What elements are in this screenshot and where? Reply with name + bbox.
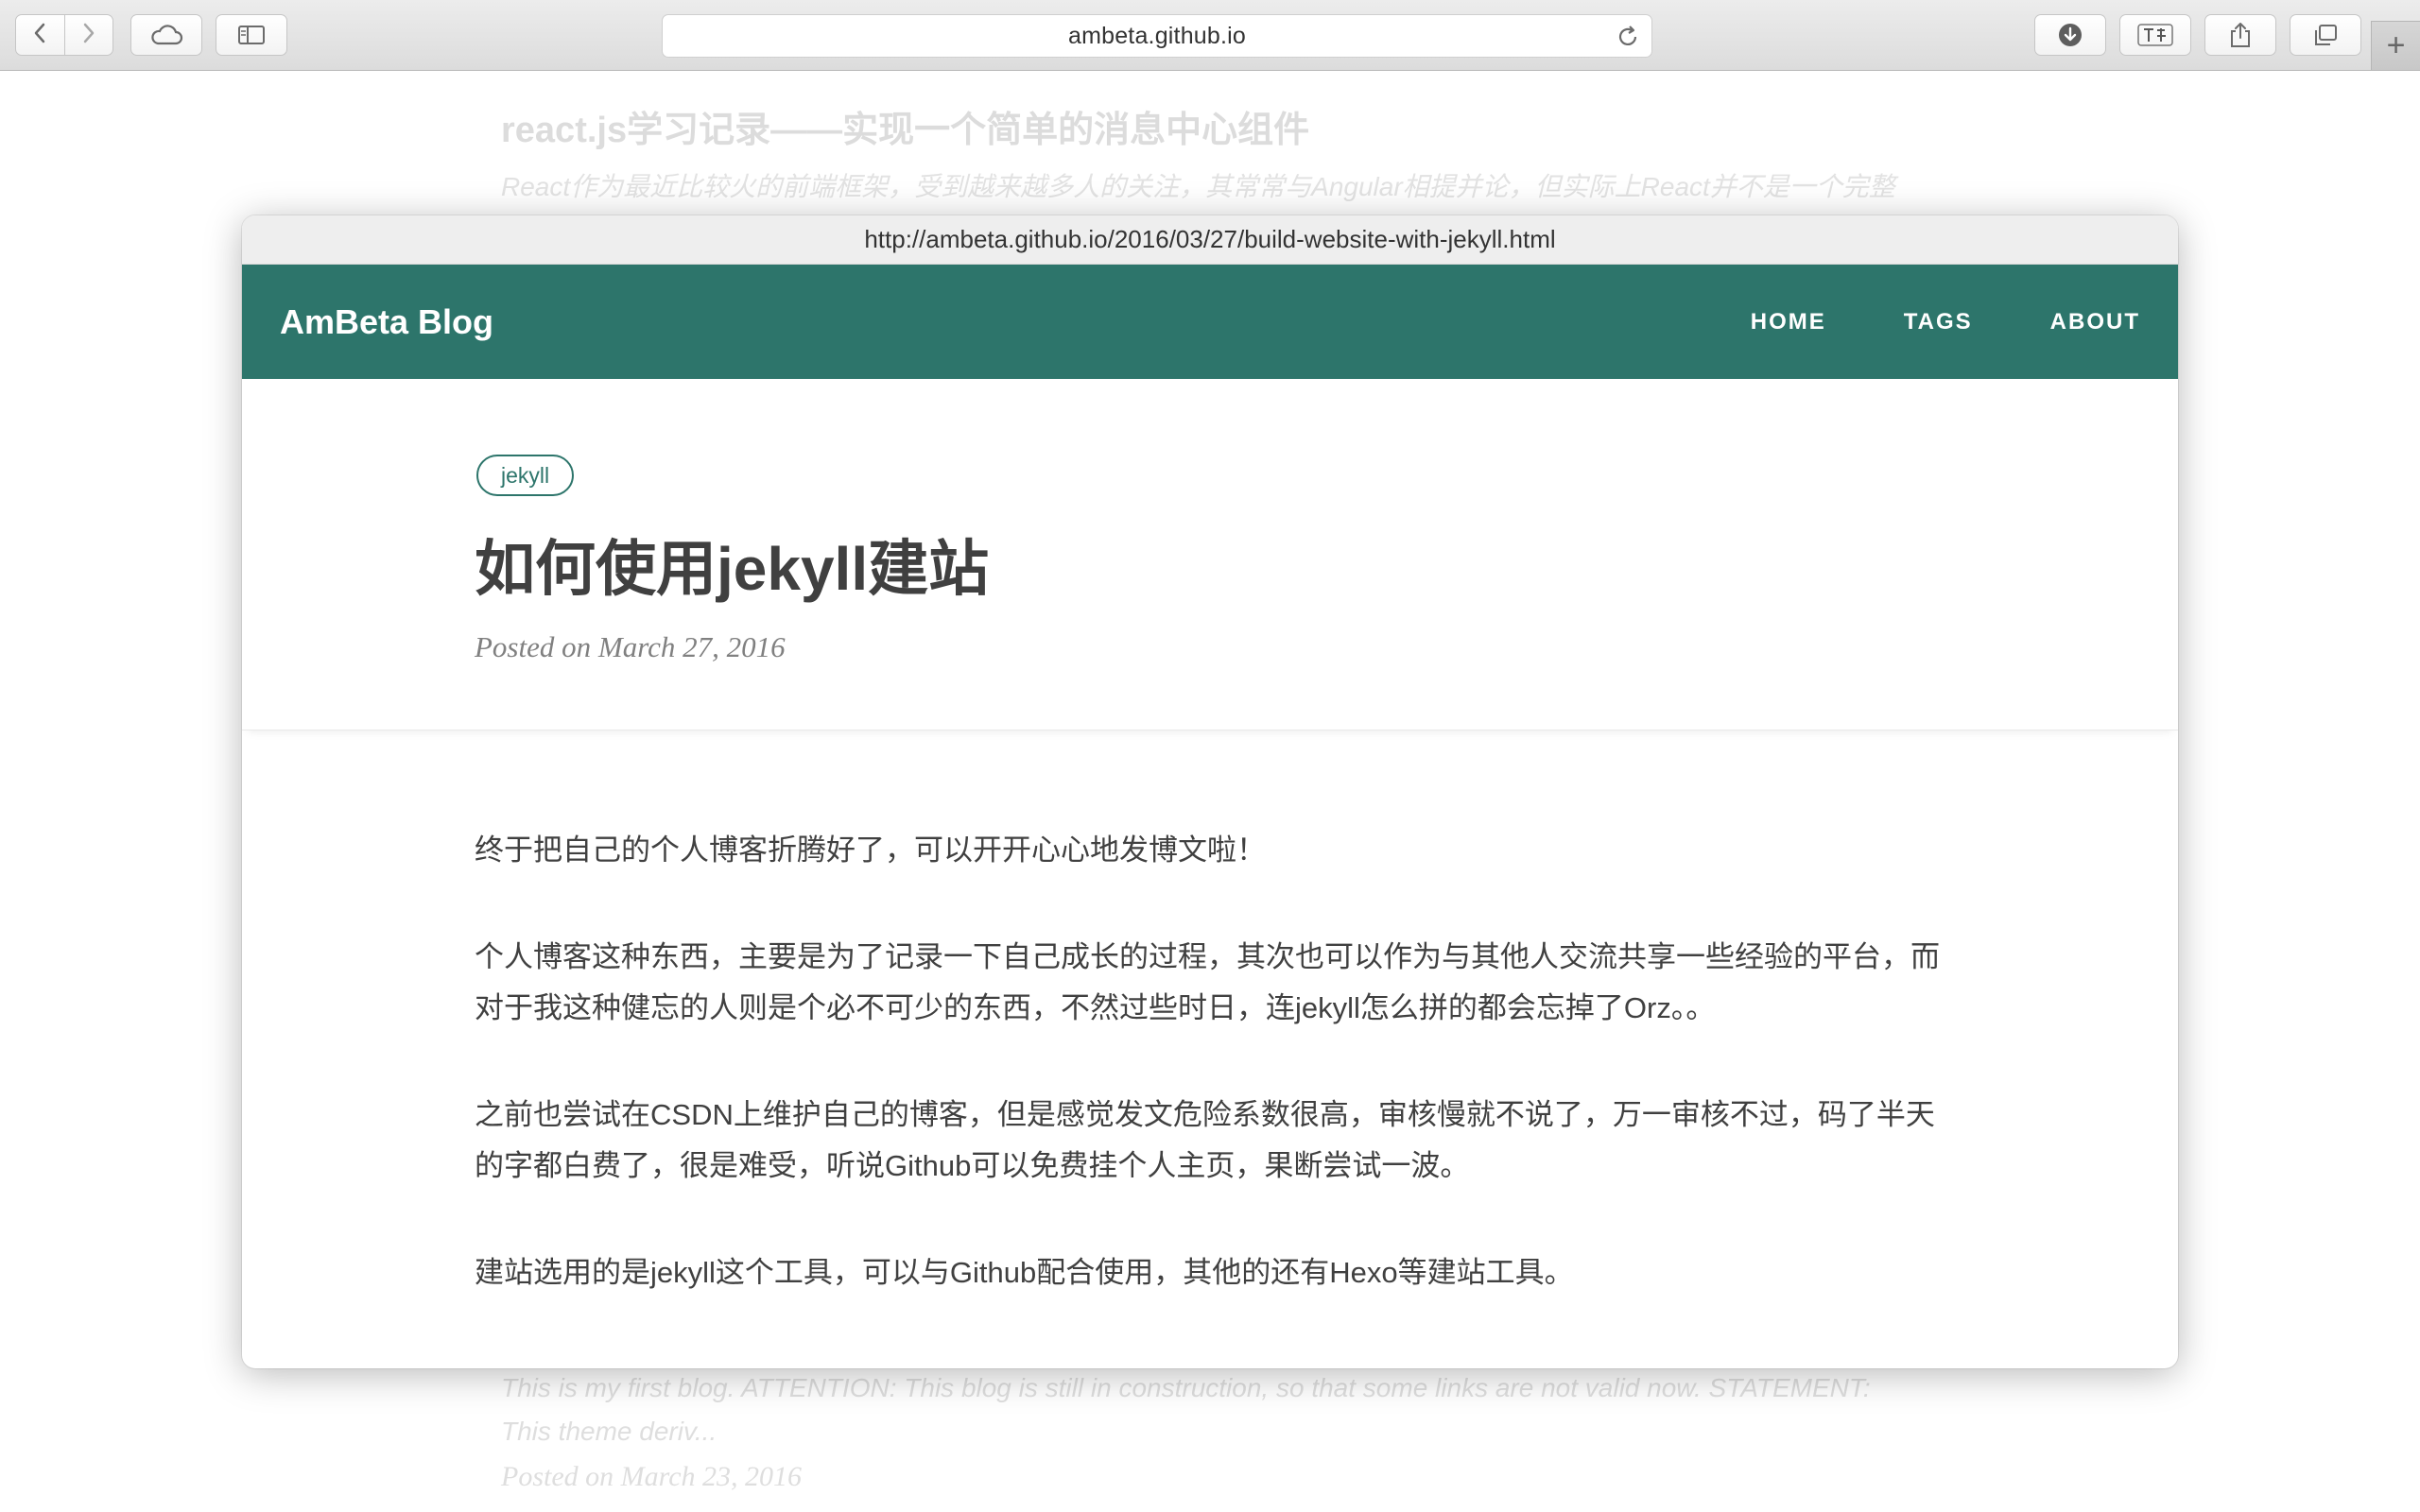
share-icon — [2228, 21, 2253, 49]
back-button[interactable] — [16, 15, 64, 55]
post-body: 终于把自己的个人博客折腾好了，可以开开心心地发博文啦！ 个人博客这种东西，主要是… — [242, 730, 1944, 1298]
new-tab-button[interactable]: + — [2371, 21, 2420, 70]
share-button[interactable] — [2204, 14, 2276, 56]
reload-icon[interactable] — [1616, 25, 1640, 54]
link-preview-popover[interactable]: http://ambeta.github.io/2016/03/27/build… — [242, 215, 2178, 1368]
icloud-tabs-button[interactable] — [130, 14, 202, 56]
background-post-subtitle: React作为最近比较火的前端框架，受到越来越多人的关注，其常常与Angular… — [501, 172, 1895, 201]
chevron-left-icon — [32, 22, 47, 49]
download-icon — [2057, 22, 2083, 48]
blog-navbar: AmBeta Blog HOME TAGS ABOUT — [242, 265, 2178, 379]
nav-about[interactable]: ABOUT — [2050, 309, 2140, 335]
post-paragraph: 终于把自己的个人博客折腾好了，可以开开心心地发博文啦！ — [475, 833, 1266, 867]
browser-toolbar: ambeta.github.io + — [0, 0, 2420, 71]
downloads-button[interactable] — [2034, 14, 2106, 56]
background-post-excerpt: This is my first blog. ATTENTION: This b… — [501, 1373, 1871, 1446]
address-bar[interactable]: ambeta.github.io — [662, 14, 1652, 58]
plus-icon: + — [2386, 27, 2406, 63]
history-nav — [15, 14, 113, 56]
tag-badge[interactable]: jekyll — [476, 455, 575, 496]
nav-home[interactable]: HOME — [1751, 309, 1826, 335]
extension-icon — [2136, 21, 2174, 49]
post-paragraph: 个人博客这种东西，主要是为了记录一下自己成长的过程，其次也可以作为与其他人交流共… — [475, 940, 1940, 1024]
chevron-right-icon — [81, 22, 96, 49]
tabs-icon — [2312, 23, 2339, 47]
extension-button[interactable] — [2119, 14, 2191, 56]
background-post-meta: Posted on March 23, 2016 — [501, 1461, 803, 1492]
nav-tags[interactable]: TAGS — [1904, 309, 1973, 335]
blog-menu: HOME TAGS ABOUT — [1673, 309, 2140, 335]
sidebar-button[interactable] — [216, 14, 287, 56]
post-title: 如何使用jekyll建站 — [475, 535, 990, 603]
cloud-icon — [149, 24, 183, 46]
show-tabs-button[interactable] — [2290, 14, 2361, 56]
preview-url: http://ambeta.github.io/2016/03/27/build… — [242, 215, 2178, 265]
background-post-title[interactable]: react.js学习记录——实现一个简单的消息中心组件 — [501, 100, 1309, 152]
post-header: jekyll 如何使用jekyll建站 Posted on March 27, … — [242, 379, 2178, 730]
address-text: ambeta.github.io — [1067, 22, 1247, 49]
forward-button[interactable] — [63, 15, 113, 55]
post-paragraph: 建站选用的是jekyll这个工具，可以与Github配合使用，其他的还有Hexo… — [475, 1256, 1574, 1289]
blog-brand[interactable]: AmBeta Blog — [280, 302, 493, 342]
post-paragraph: 之前也尝试在CSDN上维护自己的博客，但是感觉发文危险系数很高，审核慢就不说了，… — [475, 1098, 1935, 1182]
sidebar-icon — [237, 24, 266, 46]
post-meta: Posted on March 27, 2016 — [475, 630, 786, 663]
